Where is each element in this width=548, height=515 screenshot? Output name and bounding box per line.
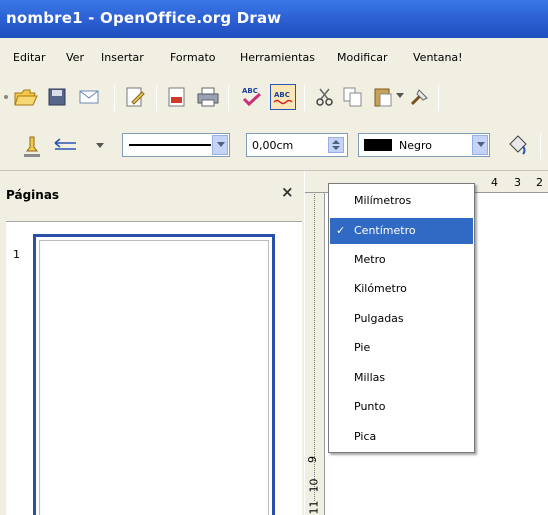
paste-icon[interactable] [372, 86, 394, 108]
close-icon[interactable]: × [281, 183, 294, 201]
autospellcheck-icon[interactable]: ABC [270, 84, 296, 110]
page-number: 1 [13, 248, 20, 261]
separator [304, 85, 305, 111]
menu-item-metro[interactable]: Metro [330, 247, 473, 273]
menu-item-label: Kilómetro [354, 282, 407, 295]
cut-icon[interactable] [314, 86, 336, 108]
menu-item-label: Pie [354, 341, 371, 354]
spellcheck-icon[interactable]: ABC [240, 84, 264, 108]
menu-item-label: Pica [354, 430, 377, 443]
pages-list: 1 [6, 221, 302, 515]
ruler-number: 10 [307, 478, 321, 493]
ruler-number: 4 [491, 176, 498, 189]
menu-item-kilometro[interactable]: Kilómetro [330, 276, 473, 302]
menu-ver[interactable]: Ver [66, 51, 84, 64]
menu-item-milimetros[interactable]: Milímetros [330, 188, 473, 214]
menu-item-centimetro[interactable]: ✓ Centímetro [330, 218, 473, 244]
line-color-value: Negro [399, 139, 432, 152]
paste-dropdown-icon[interactable] [396, 93, 404, 99]
checkmark-icon: ✓ [336, 224, 346, 237]
menu-item-label: Millas [354, 371, 386, 384]
open-folder-icon[interactable] [14, 86, 38, 108]
title-bar: nombre1 - OpenOffice.org Draw [0, 0, 548, 38]
menu-editar[interactable]: Editar [13, 51, 46, 64]
pages-panel: Páginas × 1 [0, 171, 304, 515]
menu-modificar[interactable]: Modificar [337, 51, 388, 64]
menu-item-millas[interactable]: Millas [330, 365, 473, 391]
menu-item-pulgadas[interactable]: Pulgadas [330, 306, 473, 332]
menu-bar: Editar Ver Insertar Formato Herramientas… [0, 38, 548, 76]
line-width-value: 0,00cm [252, 139, 294, 152]
separator [156, 85, 157, 111]
menu-ventana[interactable]: Ventana! [413, 51, 463, 64]
separator [228, 85, 229, 111]
standard-toolbar: ABC ABC [0, 76, 548, 121]
line-style-select[interactable] [122, 133, 230, 157]
menu-item-label: Metro [354, 253, 386, 266]
unit-menu: Milímetros ✓ Centímetro Metro Kilómetro … [328, 183, 475, 453]
save-icon[interactable] [47, 87, 67, 107]
menu-herramientas[interactable]: Herramientas [240, 51, 315, 64]
toolbar-handle-icon[interactable] [2, 89, 10, 105]
separator [540, 133, 541, 159]
menu-item-pie[interactable]: Pie [330, 335, 473, 361]
menu-insertar[interactable]: Insertar [101, 51, 144, 64]
ruler-number: 9 [306, 456, 319, 463]
menu-item-punto[interactable]: Punto [330, 394, 473, 420]
page-thumbnail[interactable] [33, 234, 275, 515]
pages-panel-title: Páginas [6, 188, 60, 202]
separator [438, 85, 439, 111]
copy-icon[interactable] [342, 86, 364, 108]
menu-item-label: Centímetro [354, 224, 416, 237]
ruler-number: 11 [307, 500, 321, 515]
line-fill-toolbar: 0,00cm Negro [0, 121, 548, 171]
export-pdf-icon[interactable] [166, 86, 188, 108]
separator [114, 85, 115, 111]
line-color-dropdown-button[interactable] [472, 135, 488, 155]
svg-text:ABC: ABC [274, 91, 290, 99]
arrow-style-icon[interactable] [52, 138, 78, 154]
arrow-style-dropdown-icon[interactable] [96, 143, 104, 149]
vertical-ruler: 9 10 11 [305, 171, 325, 515]
menu-item-label: Milímetros [354, 194, 412, 207]
menu-item-label: Punto [354, 400, 386, 413]
window-title: nombre1 - OpenOffice.org Draw [6, 9, 282, 27]
email-icon[interactable] [78, 88, 102, 106]
line-style-icon[interactable] [22, 135, 42, 159]
svg-text:ABC: ABC [242, 87, 258, 95]
line-style-dropdown-button[interactable] [212, 135, 228, 155]
line-width-field[interactable]: 0,00cm [246, 133, 348, 157]
menu-item-pica[interactable]: Pica [330, 424, 473, 450]
line-color-select[interactable]: Negro [358, 133, 490, 157]
ruler-number: 2 [536, 176, 543, 189]
print-icon[interactable] [196, 86, 220, 108]
spin-button-icon[interactable] [328, 137, 344, 153]
ruler-number: 3 [514, 176, 521, 189]
color-swatch [364, 139, 392, 151]
menu-item-label: Pulgadas [354, 312, 404, 325]
line-style-preview [129, 144, 211, 146]
menu-formato[interactable]: Formato [170, 51, 216, 64]
ruler-ticks [314, 191, 315, 501]
clone-format-icon[interactable] [408, 86, 430, 108]
edit-file-icon[interactable] [124, 86, 146, 108]
area-fill-icon[interactable] [506, 134, 530, 158]
